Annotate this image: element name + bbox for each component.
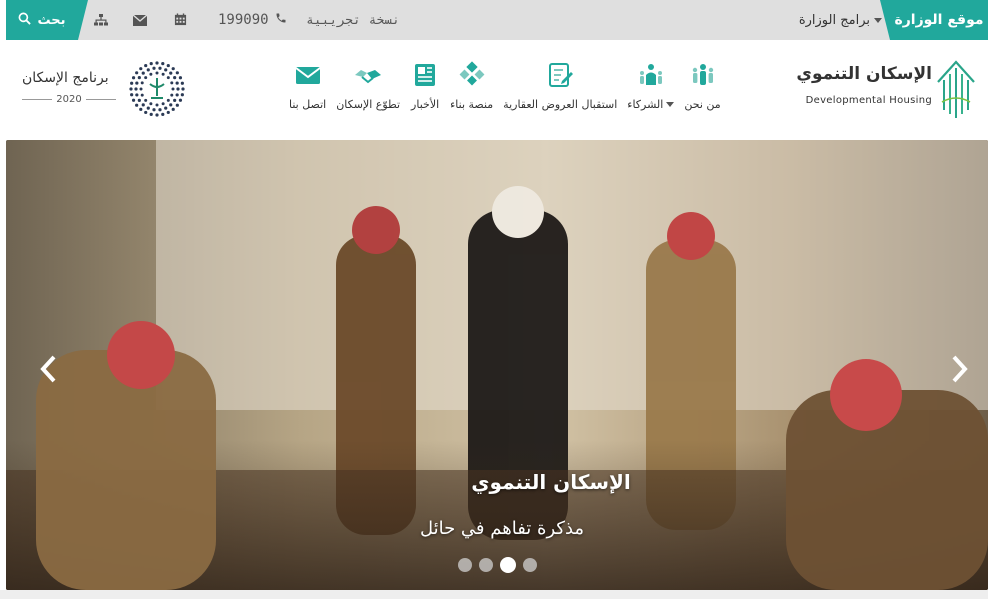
main-nav: من نحن الشركاء استقبال العروض العقارية م… xyxy=(284,60,726,120)
newspaper-icon xyxy=(410,60,440,90)
nav-label-news: الأخبار xyxy=(411,98,440,111)
nav-label-bina-platform: منصة بناء xyxy=(450,98,494,111)
nav-item-volunteer[interactable]: تطوّع الإسكان xyxy=(331,60,405,111)
search-button[interactable]: بحث xyxy=(6,0,88,40)
nav-item-news[interactable]: الأخبار xyxy=(405,60,445,111)
house-logo-icon xyxy=(936,58,976,120)
trial-version-label: نسخة تجريبية xyxy=(306,12,400,28)
developmental-housing-logo[interactable]: الإسكان التنموي Developmental Housing xyxy=(796,58,976,122)
hero-subtitle-row: مذكرة تفاهم في حائل xyxy=(6,518,988,539)
housing-program-logo[interactable]: برنامج الإسكان 2020 xyxy=(22,60,192,118)
nav-item-contact[interactable]: اتصل بنا xyxy=(284,60,331,111)
sitemap-icon xyxy=(94,11,108,30)
nav-label-contact: اتصل بنا xyxy=(289,98,327,111)
sitemap-link[interactable] xyxy=(87,0,115,40)
ministry-programs-dropdown[interactable]: برامج الوزارة xyxy=(799,0,882,40)
blocks-icon xyxy=(457,60,487,90)
document-edit-icon xyxy=(545,60,575,90)
slider-dots xyxy=(458,557,537,573)
nav-item-real-estate-offers[interactable]: استقبال العروض العقارية xyxy=(498,60,622,111)
slider-dot[interactable] xyxy=(458,558,472,572)
nav-label-real-estate-offers: استقبال العروض العقارية xyxy=(503,98,618,111)
email-link[interactable] xyxy=(126,0,154,40)
chevron-down-icon xyxy=(874,17,882,23)
slider-dot[interactable] xyxy=(500,557,516,573)
envelope-icon xyxy=(293,60,323,90)
hero-title: الإسكان التنموي xyxy=(471,470,631,494)
search-label: بحث xyxy=(37,12,66,28)
nav-item-partners[interactable]: الشركاء xyxy=(622,60,679,111)
ministry-site-label: موقع الوزارة xyxy=(894,12,984,28)
slider-next-button[interactable] xyxy=(946,350,974,390)
chevron-left-icon xyxy=(38,354,58,387)
ministry-site-link[interactable]: موقع الوزارة xyxy=(880,0,988,40)
nav-item-about[interactable]: من نحن xyxy=(679,60,725,111)
nav-label-about: من نحن xyxy=(684,98,721,111)
handshake-icon xyxy=(353,60,383,90)
partners-icon xyxy=(636,60,666,90)
nav-label-partners: الشركاء xyxy=(627,98,675,111)
hero-slider[interactable]: الإسكان التنموي مذكرة تفاهم في حائل xyxy=(6,140,988,590)
page-bottom-strip xyxy=(0,590,988,599)
phone-icon xyxy=(275,12,287,28)
program-year: 2020 xyxy=(56,94,82,105)
ministry-programs-label: برامج الوزارة xyxy=(798,12,870,28)
slider-dot[interactable] xyxy=(479,558,493,572)
program-year-row: 2020 xyxy=(22,94,117,105)
brand-subtitle: Developmental Housing xyxy=(805,95,932,106)
calendar-link[interactable] xyxy=(166,0,194,40)
people-icon xyxy=(688,60,718,90)
calendar-icon xyxy=(174,11,187,30)
nav-label-volunteer: تطوّع الإسكان xyxy=(336,98,401,111)
slider-prev-button[interactable] xyxy=(34,350,62,390)
nav-item-bina-platform[interactable]: منصة بناء xyxy=(445,60,498,111)
slider-dot[interactable] xyxy=(523,558,537,572)
program-title: برنامج الإسكان xyxy=(22,70,109,86)
search-icon xyxy=(18,12,32,29)
chevron-down-icon xyxy=(666,102,675,107)
hero-caption: الإسكان التنموي xyxy=(6,470,988,494)
site-header: الإسكان التنموي Developmental Housing من… xyxy=(6,40,988,138)
brand-title: الإسكان التنموي xyxy=(796,64,932,84)
phone-number: 199090 xyxy=(218,12,269,28)
vision-emblem-icon xyxy=(128,60,186,118)
phone-contact[interactable]: 199090 xyxy=(218,0,287,40)
envelope-icon xyxy=(132,11,148,30)
chevron-right-icon xyxy=(950,354,970,387)
hero-subtitle: مذكرة تفاهم في حائل xyxy=(419,518,585,539)
top-bar: موقع الوزارة برامج الوزارة نسخة تجريبية … xyxy=(6,0,988,40)
